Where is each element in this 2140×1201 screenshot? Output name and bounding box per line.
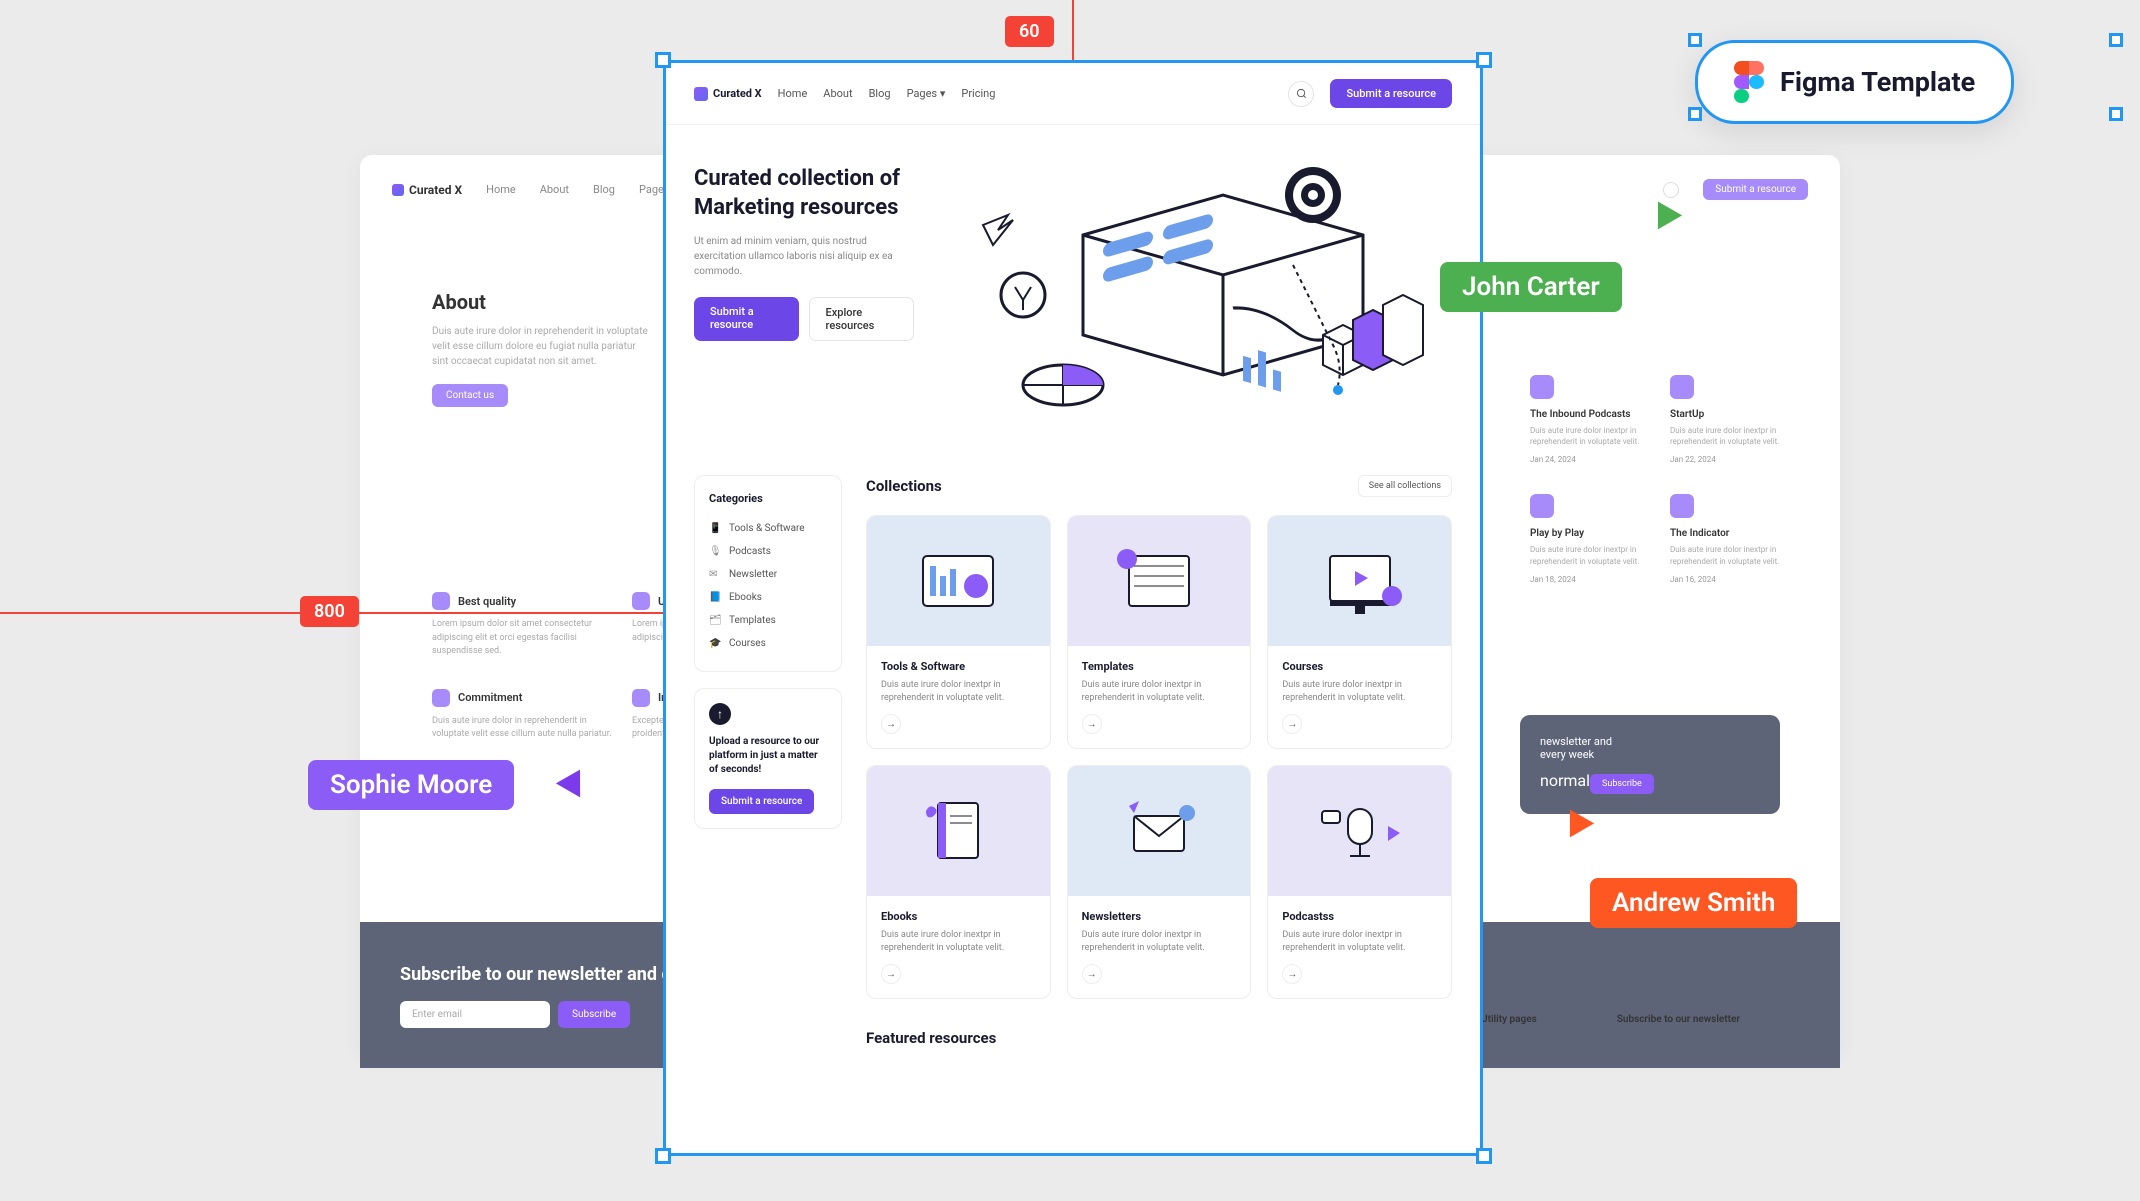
bg-email-input: Enter email xyxy=(400,1001,550,1028)
annotation-top-gap: 60 xyxy=(1005,16,1054,47)
arrow-icon: → xyxy=(1282,714,1302,734)
nav-pages[interactable]: Pages ▾ xyxy=(907,87,946,100)
search-button[interactable] xyxy=(1288,81,1314,107)
bg-search-icon xyxy=(1663,182,1679,198)
hero-explore-button[interactable]: Explore resources xyxy=(809,297,914,341)
bg-contact-button: Contact us xyxy=(432,384,508,407)
card-tools[interactable]: Tools & SoftwareDuis aute irure dolor in… xyxy=(866,515,1051,749)
upload-submit-button[interactable]: Submit a resource xyxy=(709,789,814,814)
nav-blog[interactable]: Blog xyxy=(869,87,891,100)
figma-template-badge[interactable]: Figma Template xyxy=(1695,40,2014,124)
main-nav: Curated X Home About Blog Pages ▾ Pricin… xyxy=(666,63,1480,125)
card-newsletters[interactable]: NewslettersDuis aute irure dolor inextpr… xyxy=(1067,765,1252,999)
cat-newsletter[interactable]: ✉Newsletter xyxy=(709,563,827,586)
arrow-icon: → xyxy=(881,964,901,984)
figma-badge-text: Figma Template xyxy=(1780,66,1975,98)
upload-box: ↑ Upload a resource to our platform in j… xyxy=(694,688,842,829)
selection-handle-tl[interactable] xyxy=(655,52,671,68)
submit-resource-button[interactable]: Submit a resource xyxy=(1330,79,1452,108)
ebook-icon: 📘 xyxy=(709,592,721,603)
cat-ebooks[interactable]: 📘Ebooks xyxy=(709,586,827,609)
card-courses[interactable]: CoursesDuis aute irure dolor inextpr in … xyxy=(1267,515,1452,749)
see-all-button[interactable]: See all collections xyxy=(1358,475,1452,497)
nav-about[interactable]: About xyxy=(823,87,852,100)
collections-content: Collections See all collections Tools & … xyxy=(866,475,1452,1047)
tools-icon: 📱 xyxy=(709,523,721,534)
selection-handle-br[interactable] xyxy=(1476,1148,1492,1164)
hero-title: Curated collection of Marketing resource… xyxy=(694,165,914,222)
card-podcasts[interactable]: PodcastssDuis aute irure dolor inextpr i… xyxy=(1267,765,1452,999)
featured-title: Featured resources xyxy=(866,1029,1452,1047)
figma-icon xyxy=(1734,61,1764,103)
badge-handle-br[interactable] xyxy=(2109,107,2123,121)
bg-nav-about: About xyxy=(540,183,569,196)
main-body: Categories 📱Tools & Software 🎙Podcasts ✉… xyxy=(666,455,1480,1067)
bg-nav-home: Home xyxy=(486,183,516,196)
feature-icon xyxy=(432,689,450,707)
main-logo[interactable]: Curated X xyxy=(694,87,762,101)
cat-templates[interactable]: 🗂Templates xyxy=(709,609,827,632)
feature-icon xyxy=(632,689,650,707)
hero-illustration xyxy=(934,165,1452,425)
bg-podcast-cards: The Inbound PodcastsDuis aute irure dolo… xyxy=(1530,375,1780,584)
hero-subtitle: Ut enim ad minim veniam, quis nostrud ex… xyxy=(694,234,914,279)
upload-text: Upload a resource to our platform in jus… xyxy=(709,735,827,777)
bg-right-newsletter: newsletter andevery week normalSubscribe xyxy=(1520,715,1780,814)
bg-nav-blog: Blog xyxy=(593,183,615,196)
cat-tools[interactable]: 📱Tools & Software xyxy=(709,517,827,540)
hero-submit-button[interactable]: Submit a resource xyxy=(694,297,799,341)
badge-handle-tl[interactable] xyxy=(1688,33,1702,47)
upload-icon: ↑ xyxy=(709,703,731,725)
categories-box: Categories 📱Tools & Software 🎙Podcasts ✉… xyxy=(694,475,842,672)
bg-footer-links: Utility pages Subscribe to our newslette… xyxy=(1481,1014,1740,1025)
cat-podcasts[interactable]: 🎙Podcasts xyxy=(709,540,827,563)
bg-submit-button: Submit a resource xyxy=(1703,179,1808,200)
bg-logo: Curated X xyxy=(392,183,462,197)
card-templates[interactable]: TemplatesDuis aute irure dolor inextpr i… xyxy=(1067,515,1252,749)
selection-handle-bl[interactable] xyxy=(655,1148,671,1164)
nav-pricing[interactable]: Pricing xyxy=(961,87,995,100)
arrow-icon: → xyxy=(1082,964,1102,984)
badge-handle-bl[interactable] xyxy=(1688,107,1702,121)
selection-handle-tr[interactable] xyxy=(1476,52,1492,68)
newsletter-icon: ✉ xyxy=(709,569,721,580)
categories-title: Categories xyxy=(709,492,827,505)
nav-home[interactable]: Home xyxy=(778,87,808,100)
cat-courses[interactable]: 🎓Courses xyxy=(709,632,827,655)
course-icon: 🎓 xyxy=(709,638,721,649)
selected-frame[interactable]: Curated X Home About Blog Pages ▾ Pricin… xyxy=(663,60,1483,1156)
logo-icon xyxy=(694,87,708,101)
annotation-line-top xyxy=(1072,0,1074,60)
sidebar: Categories 📱Tools & Software 🎙Podcasts ✉… xyxy=(694,475,842,1047)
feature-icon xyxy=(432,592,450,610)
template-icon: 🗂 xyxy=(709,615,721,626)
collections-title: Collections xyxy=(866,477,942,495)
annotation-left-gap: 800 xyxy=(300,596,359,627)
podcast-icon: 🎙 xyxy=(709,546,721,557)
feature-icon xyxy=(632,592,650,610)
arrow-icon: → xyxy=(1282,964,1302,984)
hero-section: Curated collection of Marketing resource… xyxy=(666,125,1480,455)
card-ebooks[interactable]: EbooksDuis aute irure dolor inextpr in r… xyxy=(866,765,1051,999)
bg-about-text: Duis aute irure dolor in reprehenderit i… xyxy=(432,324,652,369)
badge-handle-tr[interactable] xyxy=(2109,33,2123,47)
arrow-icon: → xyxy=(881,714,901,734)
collections-grid: Tools & SoftwareDuis aute irure dolor in… xyxy=(866,515,1452,999)
arrow-icon: → xyxy=(1082,714,1102,734)
bg-subscribe-button: Subscribe xyxy=(558,1001,630,1028)
